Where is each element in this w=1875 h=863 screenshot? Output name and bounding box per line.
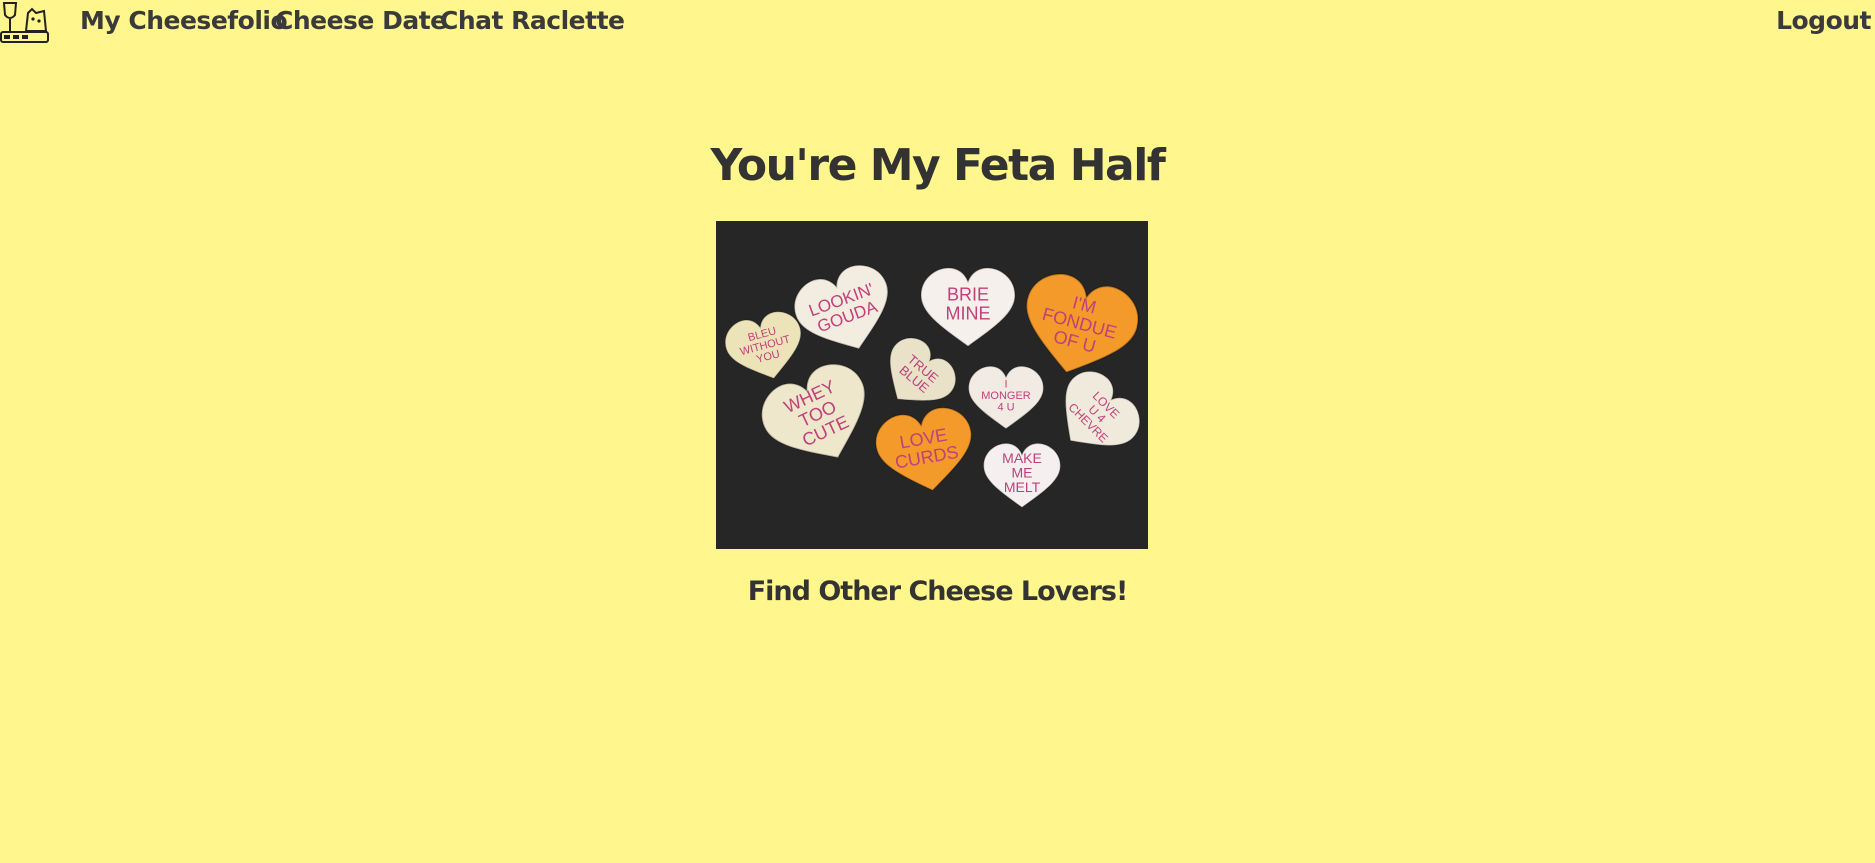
heart-text: BRIE xyxy=(947,284,989,304)
hearts-illustration: BLEUWITHOUTYOULOOKIN'GOUDABRIEMINE I'MFON… xyxy=(716,221,1148,549)
cheese-hearts-image: BLEU WITHOUT YOU LOOKIN' GOUDA BRIE MINE I'M FON… xyxy=(716,221,1148,549)
nav-chat-raclette[interactable]: Chat Raclette xyxy=(440,6,625,35)
heart-text: MONGER xyxy=(981,390,1030,402)
heart-text: I xyxy=(1004,378,1007,390)
heart-text: MAKE xyxy=(1002,450,1042,466)
heart-text: 4 U xyxy=(997,401,1014,413)
find-cheese-lovers-link[interactable]: Find Other Cheese Lovers! xyxy=(0,576,1875,607)
heart-text: MINE xyxy=(946,303,991,323)
nav-my-cheesefolio[interactable]: My Cheesefolio xyxy=(80,6,288,35)
cheese-wine-logo-icon[interactable] xyxy=(0,1,50,49)
nav-cheese-date[interactable]: Cheese Date xyxy=(275,6,447,35)
page-title: You're My Feta Half xyxy=(710,140,1166,191)
heart-text: ME xyxy=(1012,465,1033,481)
top-navbar: My Cheesefolio Cheese Date Chat Raclette… xyxy=(0,0,1875,50)
heart-text: MELT xyxy=(1004,479,1041,495)
logout-link[interactable]: Logout xyxy=(1776,6,1871,35)
